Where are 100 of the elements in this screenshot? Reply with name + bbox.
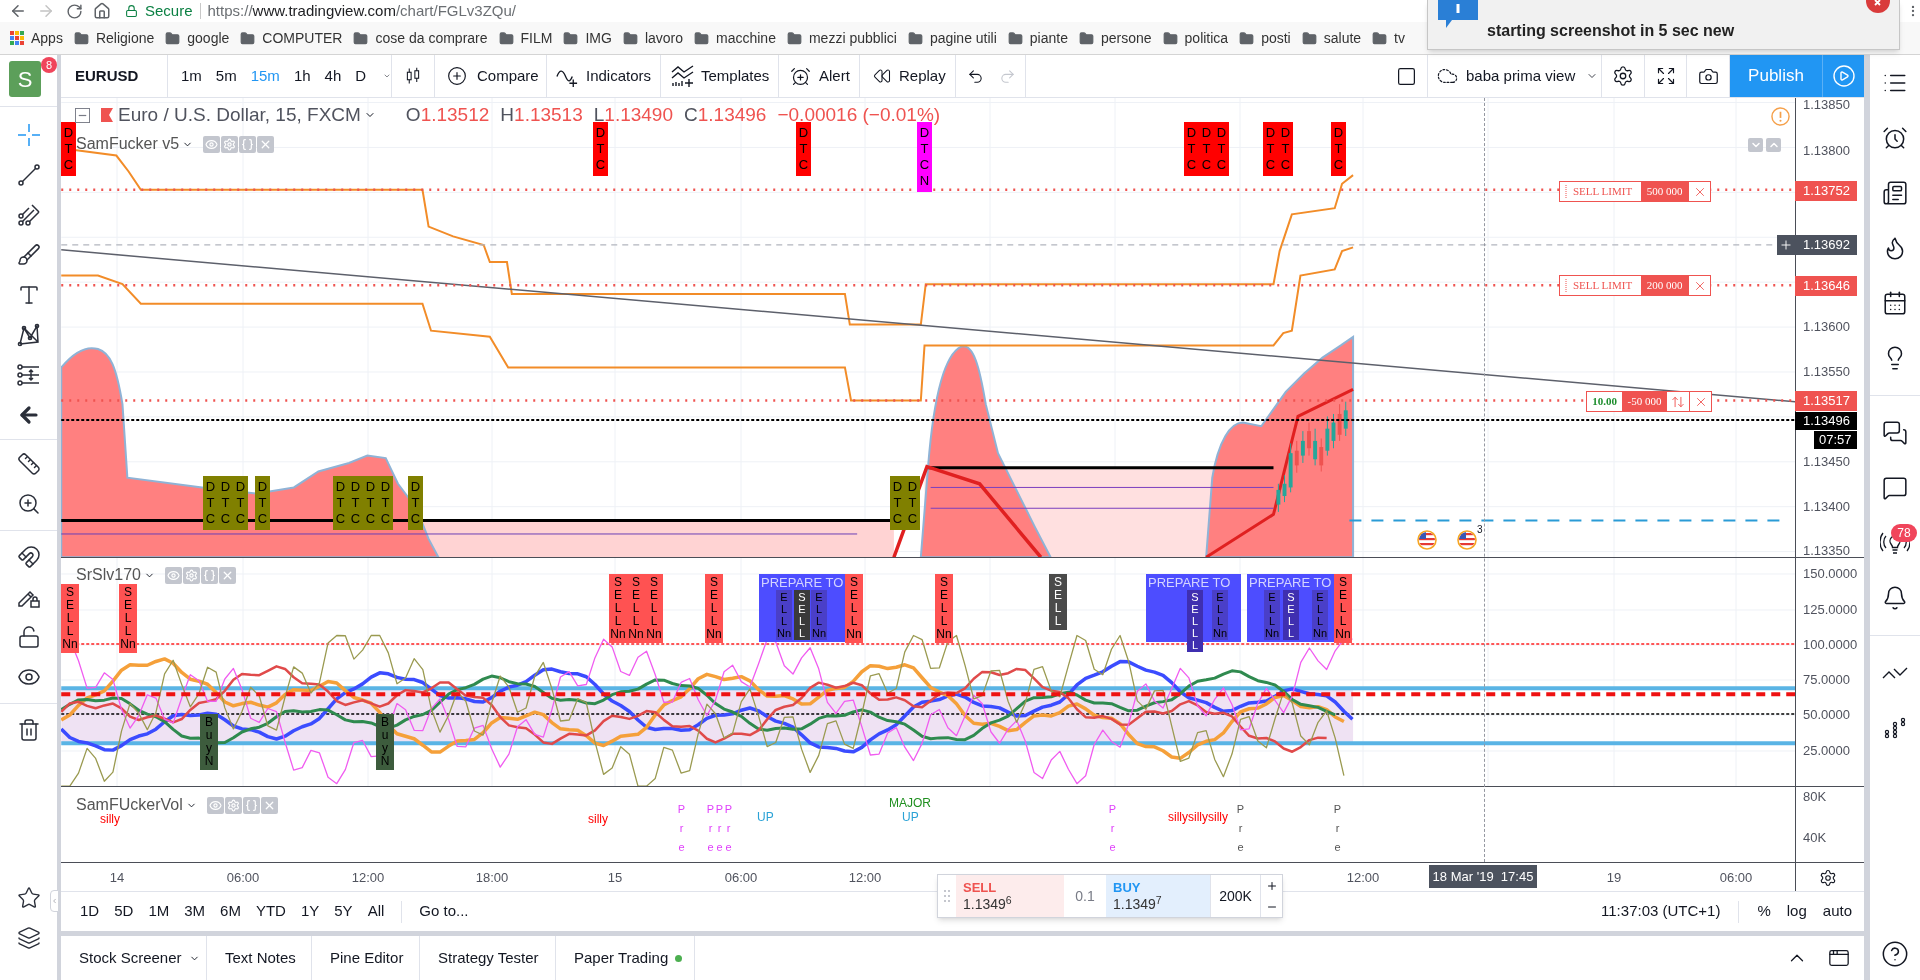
brush-icon[interactable]: [16, 243, 41, 267]
indicator-name[interactable]: SamFucker v5: [76, 134, 180, 154]
flag-icon[interactable]: [101, 108, 113, 122]
panel-tab[interactable]: Pine Editor: [312, 936, 420, 980]
square-icon[interactable]: [1395, 65, 1417, 87]
bookmark[interactable]: FILM: [498, 27, 553, 49]
close-icon[interactable]: [1865, 0, 1891, 14]
time-range-button[interactable]: All: [367, 900, 385, 923]
document-icon[interactable]: [1882, 179, 1908, 206]
layout-button[interactable]: baba prima view: [1428, 55, 1602, 97]
flag-icon[interactable]: [1417, 530, 1437, 550]
ruler-icon[interactable]: [16, 452, 41, 476]
quantity-field[interactable]: 200K: [1210, 875, 1260, 917]
interval-button[interactable]: 1h: [293, 64, 311, 88]
interval-button[interactable]: D: [355, 64, 367, 88]
candles-icon[interactable]: [404, 65, 422, 87]
scale-button[interactable]: auto: [1822, 900, 1852, 923]
replay-button[interactable]: Replay: [860, 55, 956, 97]
bookmark[interactable]: COMPUTER: [240, 27, 343, 49]
alert-button[interactable]: Alert: [779, 55, 860, 97]
indicator-name[interactable]: SamFUckerVol: [76, 795, 183, 815]
scale-button[interactable]: log: [1786, 900, 1807, 923]
unlock-icon[interactable]: [16, 625, 41, 649]
url-text: https://www.tradingview.com/chart/FGLv3ZQu/: [207, 1, 516, 21]
plus-icon[interactable]: [1265, 879, 1278, 892]
dot-grid-icon[interactable]: [1883, 715, 1907, 740]
time-range-button[interactable]: YTD: [255, 900, 286, 923]
panel-tab[interactable]: Paper Trading: [556, 936, 695, 980]
bookmark[interactable]: IMG: [563, 27, 612, 49]
bookmark[interactable]: macchine: [694, 27, 776, 49]
time-range-button[interactable]: 1D: [80, 900, 100, 923]
notification-badge: 8: [41, 57, 57, 73]
interval-button[interactable]: 5m: [215, 64, 237, 88]
indicators-button[interactable]: Indicators: [547, 55, 661, 97]
chat-bubble-icon[interactable]: [1882, 474, 1908, 501]
time-range-button[interactable]: 3M: [184, 900, 206, 923]
interval-button[interactable]: 4h: [324, 64, 342, 88]
panel-tab[interactable]: Text Notes: [207, 936, 312, 980]
calendar-icon[interactable]: [1882, 289, 1908, 316]
home-icon[interactable]: [93, 2, 111, 20]
range-icon[interactable]: [16, 363, 41, 387]
bookmark[interactable]: politica: [1162, 27, 1229, 49]
fullscreen-icon[interactable]: [1655, 66, 1676, 86]
time-range-button[interactable]: 6M: [220, 900, 241, 923]
time-range-button[interactable]: 5Y: [334, 900, 353, 923]
collapse-icon[interactable]: [75, 107, 90, 123]
bookmark[interactable]: Religione: [73, 27, 155, 49]
bookmark[interactable]: pagine utili: [907, 27, 997, 49]
address-bar[interactable]: Secure https://www.tradingview.com/chart/FGLv3ZQu/: [125, 0, 1920, 22]
zoom-in-icon[interactable]: [16, 492, 41, 516]
bookmark[interactable]: lavoro: [622, 27, 683, 49]
plus-icon[interactable]: [1777, 235, 1795, 255]
help-icon[interactable]: [1881, 940, 1909, 968]
bookmark[interactable]: google: [165, 27, 230, 49]
bookmark[interactable]: salute: [1301, 27, 1362, 49]
star-icon[interactable]: [16, 886, 41, 910]
flag-icon[interactable]: [1457, 530, 1477, 550]
signal-marker: D T C: [1199, 122, 1214, 176]
time-range-button[interactable]: 1Y: [300, 900, 320, 923]
layers-icon[interactable]: [16, 926, 41, 950]
trash-icon[interactable]: [16, 718, 41, 742]
compare-button[interactable]: Compare: [435, 55, 547, 97]
panel-tab[interactable]: Strategy Tester: [420, 936, 556, 980]
settings-icon[interactable]: [1612, 65, 1634, 87]
bookmark[interactable]: cose da comprare: [353, 27, 488, 49]
go-to-button[interactable]: Go to...: [419, 900, 469, 923]
magnet-icon[interactable]: [16, 545, 41, 569]
bell-icon[interactable]: [1882, 584, 1908, 611]
back-icon[interactable]: [9, 2, 27, 20]
alarm-clock-icon[interactable]: [1882, 124, 1908, 151]
interval-button[interactable]: 1m: [181, 64, 202, 88]
sell-button[interactable]: SELL 1.1349$^{6}$: [956, 875, 1064, 917]
panel-tab[interactable]: Stock Screener: [61, 936, 207, 980]
bookmark[interactable]: persone: [1078, 27, 1152, 49]
grip-icon[interactable]: [944, 889, 950, 903]
trend-line-icon[interactable]: [16, 163, 41, 187]
time-range-button[interactable]: 1M: [148, 900, 170, 923]
indicator-name[interactable]: SrSlv170: [76, 565, 141, 585]
reload-icon[interactable]: [66, 2, 83, 20]
time-range-button[interactable]: 5D: [114, 900, 134, 923]
bookmark[interactable]: Apps: [10, 27, 63, 49]
window-icon[interactable]: [1828, 947, 1850, 969]
settings-icon[interactable]: [1819, 869, 1837, 887]
play-button[interactable]: [1822, 55, 1864, 97]
bookmark[interactable]: mezzi pubblici: [786, 27, 897, 49]
order-ticket[interactable]: SELL LIMIT 500 000: [1559, 181, 1711, 202]
bookmark[interactable]: tv: [1372, 27, 1405, 49]
chevrons-icon[interactable]: [1882, 665, 1908, 680]
undo-icon[interactable]: [967, 67, 984, 85]
bookmark[interactable]: piante: [1007, 27, 1068, 49]
position-ticket[interactable]: 10.00 -50 000: [1586, 391, 1712, 412]
chat-icon[interactable]: [1882, 419, 1908, 446]
buy-button[interactable]: BUY 1.1349$^{7}$: [1106, 875, 1210, 917]
bookmark[interactable]: posti: [1239, 27, 1291, 49]
pattern-icon[interactable]: [16, 323, 41, 347]
fan-lines-icon[interactable]: [16, 203, 41, 227]
scale-button[interactable]: %: [1757, 900, 1771, 923]
symbol-button[interactable]: EURUSD: [61, 55, 168, 97]
order-ticket[interactable]: SELL LIMIT 200 000: [1559, 275, 1711, 296]
templates-button[interactable]: Templates: [661, 55, 779, 97]
